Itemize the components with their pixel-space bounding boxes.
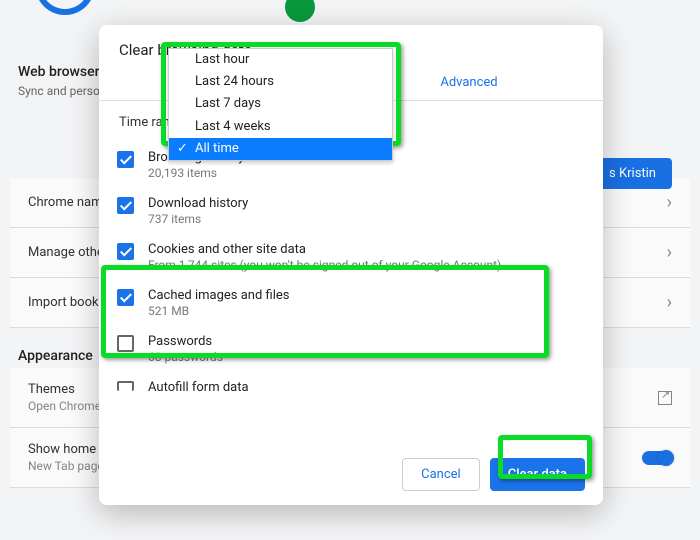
time-range-dropdown[interactable]: Last hour Last 24 hours Last 7 days Last…: [168, 48, 393, 161]
dropdown-item-last-7-days[interactable]: Last 7 days: [169, 93, 392, 115]
checkbox-cookies[interactable]: [117, 243, 134, 260]
option-sub: 521 MB: [148, 304, 289, 318]
option-cached: Cached images and files 521 MB: [109, 280, 593, 326]
dialog-footer: Cancel Clear data: [99, 444, 603, 505]
option-download-history: Download history 737 items: [109, 188, 593, 234]
dropdown-item-all-time[interactable]: All time: [169, 138, 392, 160]
option-passwords: Passwords 68 passwords: [109, 326, 593, 372]
checkbox-browsing-history[interactable]: [117, 151, 134, 168]
option-autofill: Autofill form data: [109, 372, 593, 403]
option-sub: 68 passwords: [148, 350, 223, 364]
option-sub: 20,193 items: [148, 166, 244, 180]
checkbox-passwords[interactable]: [117, 335, 134, 352]
clear-options-list: Browsing history 20,193 items Download h…: [99, 138, 603, 403]
option-sub: From 1,744 sites (you won't be signed ou…: [148, 258, 501, 272]
dropdown-item-last-24-hours[interactable]: Last 24 hours: [169, 71, 392, 93]
dropdown-item-last-hour[interactable]: Last hour: [169, 49, 392, 71]
option-title: Passwords: [148, 334, 223, 349]
option-sub: 737 items: [148, 212, 248, 226]
clear-data-button[interactable]: Clear data: [490, 458, 585, 491]
option-title: Download history: [148, 196, 248, 211]
option-cookies: Cookies and other site data From 1,744 s…: [109, 234, 593, 280]
checkbox-cached[interactable]: [117, 289, 134, 306]
dropdown-item-last-4-weeks[interactable]: Last 4 weeks: [169, 116, 392, 138]
checkbox-download-history[interactable]: [117, 197, 134, 214]
checkbox-autofill[interactable]: [117, 381, 134, 391]
option-title: Cached images and files: [148, 288, 289, 303]
option-title: Autofill form data: [148, 380, 249, 395]
option-title: Cookies and other site data: [148, 242, 501, 257]
cancel-button[interactable]: Cancel: [402, 458, 480, 491]
